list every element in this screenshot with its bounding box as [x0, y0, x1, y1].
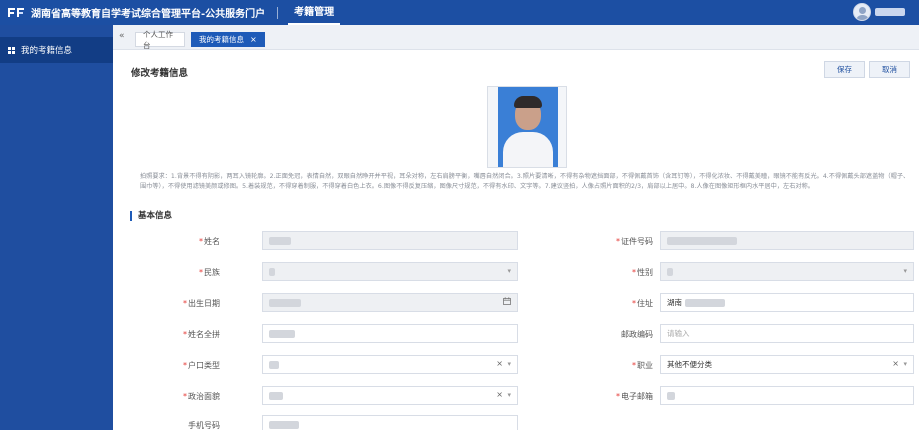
birth-date-picker[interactable] — [262, 293, 518, 312]
tab-label: 个人工作台 — [143, 29, 173, 50]
photo-requirements: 拍照要求：1.背景不得有阴影，两耳入镜轮廓。2.正面免冠，表情自然，双眼自然睁开… — [140, 173, 910, 190]
ethnicity-select[interactable]: ▾ — [262, 262, 518, 281]
blurred-value — [269, 360, 279, 369]
close-icon[interactable]: × — [496, 390, 503, 399]
section-title-basic-info: 基本信息 — [130, 211, 172, 221]
calendar-icon[interactable] — [503, 297, 511, 307]
tab-workbench[interactable]: 个人工作台 — [135, 30, 185, 50]
blurred-value — [667, 391, 675, 400]
tab-label: 我的考籍信息 — [199, 35, 244, 44]
required-mark: * — [616, 392, 620, 401]
user-menu[interactable] — [853, 3, 905, 21]
required-mark: * — [632, 299, 636, 308]
address-label: *住址 — [632, 299, 653, 308]
phone-field[interactable] — [262, 415, 518, 430]
blurred-value — [667, 236, 737, 245]
blurred-value — [269, 420, 299, 429]
blurred-value — [269, 267, 275, 276]
sidebar-item-label: 我的考籍信息 — [21, 46, 73, 56]
name-pinyin-label: *姓名全拼 — [183, 330, 220, 339]
required-mark: * — [183, 361, 187, 370]
gender-label: *性别 — [632, 268, 653, 277]
name-field[interactable] — [262, 231, 518, 250]
occupation-select[interactable]: 其他不便分类 × ▾ — [660, 355, 914, 374]
app-title: 湖南省高等教育自学考试综合管理平台-公共服务门户 — [31, 9, 266, 20]
required-mark: * — [616, 237, 620, 246]
address-field[interactable]: 湖南 — [660, 293, 914, 312]
close-icon[interactable]: × — [892, 359, 899, 368]
avatar[interactable] — [853, 3, 871, 21]
postal-code-field[interactable]: 请输入 — [660, 324, 914, 343]
blurred-value — [269, 236, 291, 245]
required-mark: * — [183, 299, 187, 308]
postal-code-label: 邮政编码 — [621, 330, 653, 339]
top-menu-student-records[interactable]: 考籍管理 — [288, 0, 341, 25]
close-icon[interactable]: × — [250, 35, 257, 44]
top-header: 湖南省高等教育自学考试综合管理平台-公共服务门户 考籍管理 — [0, 0, 919, 25]
user-name[interactable] — [875, 8, 905, 16]
sidebar: 我的考籍信息 — [0, 25, 113, 430]
blurred-value — [269, 329, 295, 338]
required-mark: * — [632, 361, 636, 370]
chevron-down-icon: ▾ — [903, 267, 907, 275]
gender-select[interactable]: ▾ — [660, 262, 914, 281]
required-mark: * — [199, 237, 203, 246]
chevron-down-icon: ▾ — [507, 267, 511, 275]
tabs-bar: « 个人工作台 我的考籍信息 × — [113, 25, 919, 50]
occupation-label: *职业 — [632, 361, 653, 370]
page-title: 修改考籍信息 — [131, 68, 189, 79]
cancel-button[interactable]: 取消 — [869, 61, 910, 78]
logo-icon — [5, 6, 27, 20]
name-pinyin-field[interactable] — [262, 324, 518, 343]
required-mark: * — [183, 392, 187, 401]
close-icon[interactable]: × — [496, 359, 503, 368]
tab-my-records[interactable]: 我的考籍信息 × — [191, 32, 265, 47]
required-mark: * — [183, 330, 187, 339]
sidebar-item-my-records[interactable]: 我的考籍信息 — [0, 37, 113, 63]
name-label: *姓名 — [199, 237, 220, 246]
chevron-down-icon: ▾ — [507, 391, 511, 399]
political-status-label: *政治面貌 — [183, 392, 220, 401]
photo-body — [503, 132, 553, 167]
political-status-select[interactable]: × ▾ — [262, 386, 518, 405]
household-type-select[interactable]: × ▾ — [262, 355, 518, 374]
collapse-icon[interactable]: « — [119, 31, 125, 41]
save-button[interactable]: 保存 — [824, 61, 865, 78]
phone-label: 手机号码 — [188, 421, 220, 430]
id-photo[interactable] — [487, 86, 567, 168]
email-field[interactable] — [660, 386, 914, 405]
ethnicity-label: *民族 — [199, 268, 220, 277]
id-number-field[interactable] — [660, 231, 914, 250]
blurred-value — [685, 298, 725, 307]
birth-date-label: *出生日期 — [183, 299, 220, 308]
required-mark: * — [632, 268, 636, 277]
required-mark: * — [199, 268, 203, 277]
photo-hair — [514, 96, 542, 108]
blurred-value — [269, 298, 301, 307]
blurred-value — [269, 391, 283, 400]
grid-icon — [8, 46, 15, 54]
id-number-label: *证件号码 — [616, 237, 653, 246]
household-type-label: *户口类型 — [183, 361, 220, 370]
chevron-down-icon: ▾ — [507, 360, 511, 368]
divider — [277, 6, 279, 19]
chevron-down-icon: ▾ — [903, 360, 907, 368]
blurred-value — [667, 267, 673, 276]
email-label: *电子邮箱 — [616, 392, 653, 401]
